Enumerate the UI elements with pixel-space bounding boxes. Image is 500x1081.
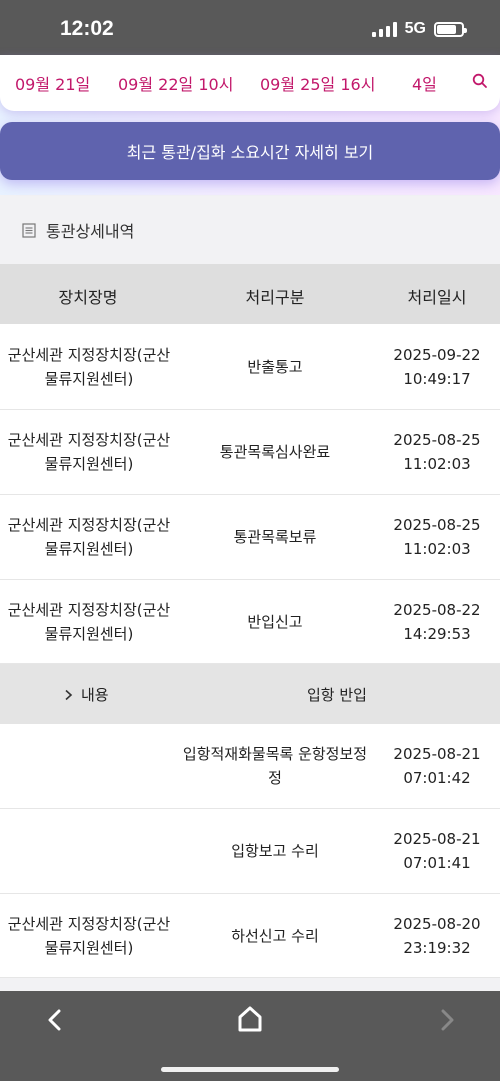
group-toggle-label: 내용 <box>81 686 109 704</box>
row-date: 2025-08-21 <box>393 830 481 848</box>
signal-icon <box>371 21 397 37</box>
home-indicator[interactable] <box>161 1067 339 1072</box>
table-row: 군산세관 지정장치장(군산물류지원센터) 통관목록보류 2025-08-25 11… <box>0 495 500 580</box>
home-icon[interactable] <box>237 1005 263 1033</box>
chevron-right-icon <box>65 689 73 700</box>
row-location: 군산세관 지정장치장(군산물류지원센터) <box>7 345 171 388</box>
row-type: 통관목록심사완료 <box>219 443 331 461</box>
row-time: 23:19:32 <box>403 938 471 957</box>
group-value: 입항 반입 <box>307 686 367 704</box>
header-datetime: 처리일시 <box>407 288 467 307</box>
row-location: 군산세관 지정장치장(군산물류지원센터) <box>7 431 171 473</box>
row-time: 11:02:03 <box>403 540 471 558</box>
table-row: 군산세관 지정장치장(군산물류지원센터) 통관목록심사완료 2025-08-25… <box>0 410 500 495</box>
row-date: 2025-08-25 <box>393 516 481 534</box>
row-location <box>0 724 176 808</box>
table-header: 장치장명 처리구분 처리일시 <box>0 264 500 324</box>
row-type: 반출통고 <box>247 357 303 376</box>
row-datetime: 2025-08-25 11:02:03 <box>374 495 500 579</box>
row-datetime: 2025-08-20 23:19:32 <box>374 894 500 977</box>
table-row: 군산세관 지정장치장(군산물류지원센터) 반입신고 2025-08-22 14:2… <box>0 580 500 664</box>
row-time: 07:01:41 <box>403 854 471 872</box>
row-type: 입항적재화물목록 운항정보정정 <box>182 745 368 787</box>
table-row: 입항적재화물목록 운항정보정정 2025-08-21 07:01:42 <box>0 724 500 809</box>
row-date: 2025-09-22 <box>393 345 481 364</box>
row-location <box>0 809 176 893</box>
row-datetime: 2025-08-22 14:29:53 <box>374 580 500 663</box>
row-date: 2025-08-21 <box>393 745 481 763</box>
back-icon[interactable] <box>44 1007 66 1033</box>
section-header: 통관상세내역 <box>0 196 500 264</box>
battery-icon <box>434 21 467 37</box>
date-item-4[interactable]: 4일 <box>412 71 437 95</box>
header-location: 장치장명 <box>58 288 118 307</box>
table-row: 입항보고 수리 2025-08-21 07:01:41 <box>0 809 500 894</box>
header-type: 처리구분 <box>245 288 305 307</box>
row-datetime: 2025-08-21 07:01:42 <box>374 724 500 808</box>
date-item-2[interactable]: 09월 22일 10시 <box>118 71 233 95</box>
row-date: 2025-08-25 <box>393 431 481 449</box>
group-row: 내용 입항 반입 <box>0 664 500 724</box>
row-type: 반입신고 <box>247 612 303 631</box>
row-type: 입항보고 수리 <box>231 842 319 860</box>
row-location: 군산세관 지정장치장(군산물류지원센터) <box>7 600 171 643</box>
date-item-1[interactable]: 09월 21일 <box>15 71 90 95</box>
bottom-navigation <box>0 991 500 1081</box>
status-time: 12:02 <box>60 17 114 40</box>
row-type: 하선신고 수리 <box>231 926 319 945</box>
forward-icon[interactable] <box>436 1007 458 1033</box>
row-date: 2025-08-20 <box>393 914 481 933</box>
row-date: 2025-08-22 <box>393 600 481 619</box>
search-icon[interactable] <box>472 73 488 89</box>
network-type: 5G <box>404 20 426 37</box>
status-bar: 12:02 5G <box>0 0 500 55</box>
row-time: 07:01:42 <box>403 769 471 787</box>
row-type: 통관목록보류 <box>233 528 317 546</box>
table-row: 군산세관 지정장치장(군산물류지원센터) 반출통고 2025-09-22 10:4… <box>0 324 500 410</box>
date-strip: 09월 21일 09월 22일 10시 09월 25일 16시 4일 <box>0 55 500 111</box>
section-title: 통관상세내역 <box>46 222 135 241</box>
row-location: 군산세관 지정장치장(군산물류지원센터) <box>7 516 171 558</box>
detail-time-button[interactable]: 최근 통관/집화 소요시간 자세히 보기 <box>0 122 500 180</box>
row-datetime: 2025-08-25 11:02:03 <box>374 410 500 494</box>
row-time: 14:29:53 <box>403 624 471 643</box>
document-icon <box>22 222 36 238</box>
row-datetime: 2025-08-21 07:01:41 <box>374 809 500 893</box>
table-row: 군산세관 지정장치장(군산물류지원센터) 하선신고 수리 2025-08-20 2… <box>0 894 500 978</box>
status-indicators: 5G <box>371 19 467 39</box>
group-toggle[interactable]: 내용 <box>64 684 109 705</box>
date-item-3[interactable]: 09월 25일 16시 <box>260 71 375 95</box>
row-time: 10:49:17 <box>403 369 471 388</box>
row-datetime: 2025-09-22 10:49:17 <box>374 324 500 409</box>
row-time: 11:02:03 <box>403 455 471 473</box>
row-location: 군산세관 지정장치장(군산물류지원센터) <box>7 914 171 957</box>
